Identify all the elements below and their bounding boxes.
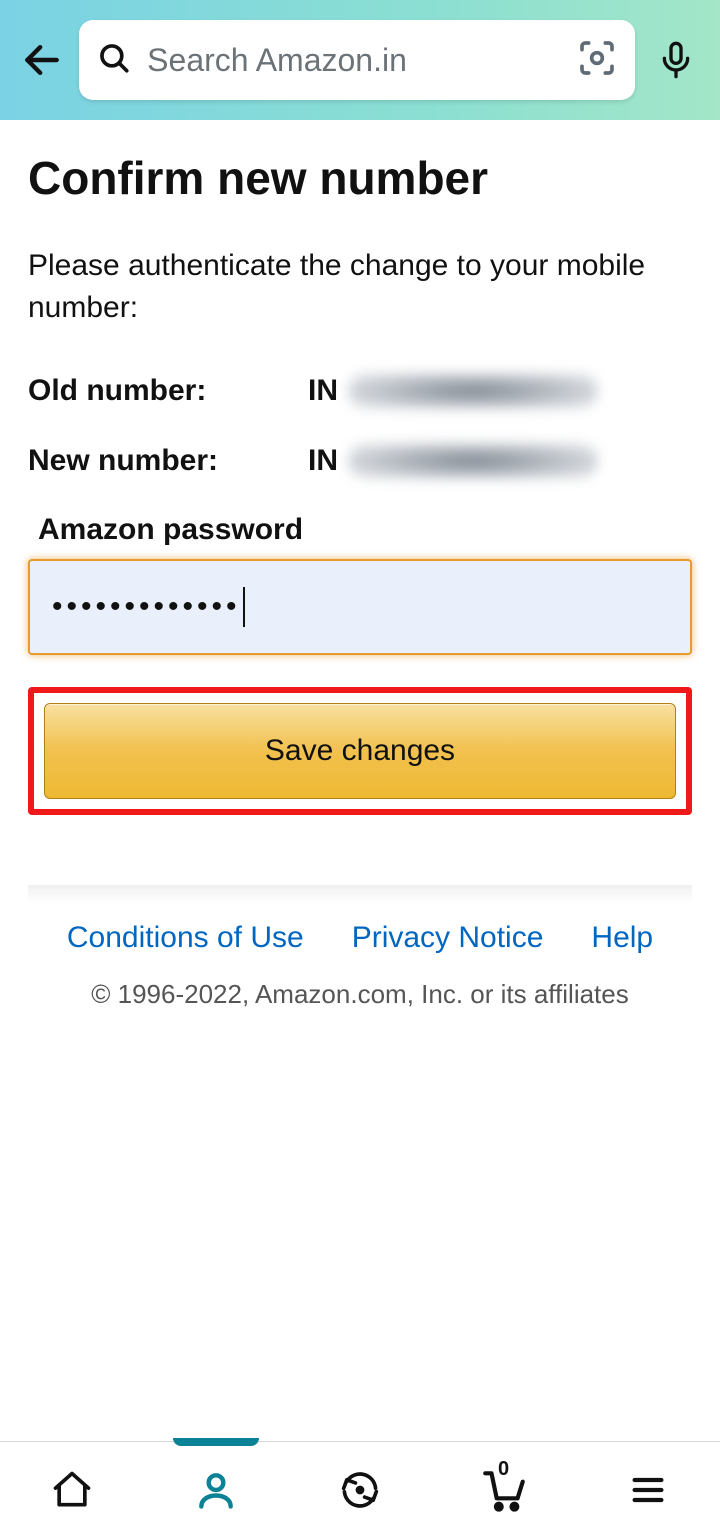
cart-count: 0 <box>498 1458 509 1481</box>
old-number-redacted <box>348 373 598 409</box>
new-number-redacted <box>348 443 598 479</box>
old-number-label: Old number: <box>28 374 308 408</box>
nav-cart[interactable]: 0 <box>464 1442 544 1538</box>
microphone-icon <box>656 40 696 80</box>
search-bar[interactable] <box>79 20 635 100</box>
help-link[interactable]: Help <box>591 921 653 955</box>
new-number-row: New number: IN <box>28 443 692 479</box>
search-icon <box>97 41 131 80</box>
nav-menu[interactable] <box>608 1442 688 1538</box>
back-button[interactable] <box>18 38 65 82</box>
active-indicator <box>173 1438 259 1446</box>
new-number-country: IN <box>308 444 338 478</box>
save-changes-button[interactable]: Save changes <box>44 703 676 799</box>
home-icon <box>50 1468 94 1512</box>
nav-refresh[interactable] <box>320 1442 400 1538</box>
arrow-left-icon <box>20 38 64 82</box>
main-content: Confirm new number Please authenticate t… <box>0 120 720 1010</box>
new-number-label: New number: <box>28 444 308 478</box>
conditions-of-use-link[interactable]: Conditions of Use <box>67 921 304 955</box>
old-number-row: Old number: IN <box>28 373 692 409</box>
password-label: Amazon password <box>38 513 692 547</box>
search-input[interactable] <box>147 42 567 79</box>
password-masked-value: ••••••••••••• <box>52 590 241 624</box>
nav-home[interactable] <box>32 1442 112 1538</box>
page-title: Confirm new number <box>28 152 692 205</box>
instruction-text: Please authenticate the change to your m… <box>28 245 692 329</box>
voice-search-button[interactable] <box>649 40 702 80</box>
hamburger-icon <box>628 1470 668 1510</box>
user-icon <box>194 1468 238 1512</box>
old-number-country: IN <box>308 374 338 408</box>
sync-icon <box>338 1468 382 1512</box>
page-footer: Conditions of Use Privacy Notice Help © … <box>28 885 692 1010</box>
bottom-nav: 0 <box>0 1441 720 1537</box>
text-cursor <box>243 587 245 627</box>
nav-account[interactable] <box>176 1442 256 1538</box>
camera-scan-icon[interactable] <box>577 38 617 83</box>
app-header <box>0 0 720 120</box>
copyright-text: © 1996-2022, Amazon.com, Inc. or its aff… <box>28 979 692 1010</box>
save-button-highlight: Save changes <box>28 687 692 815</box>
privacy-notice-link[interactable]: Privacy Notice <box>352 921 544 955</box>
password-input[interactable]: ••••••••••••• <box>28 559 692 655</box>
